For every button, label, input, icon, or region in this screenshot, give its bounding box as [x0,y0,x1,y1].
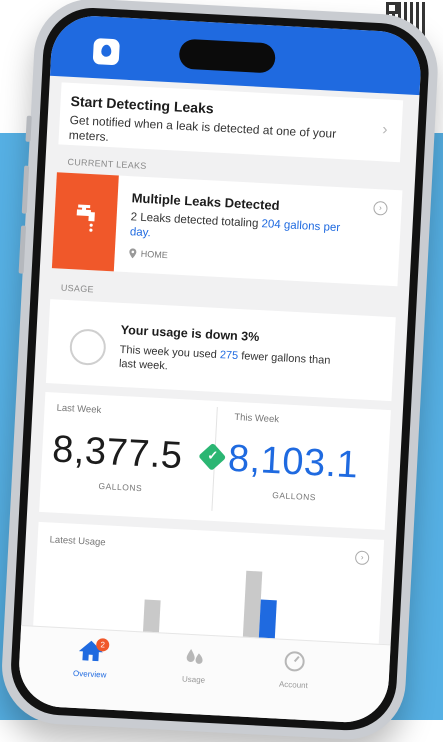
alert-title: Start Detecting Leaks [70,92,215,117]
phone-frame: Start Detecting Leaks Get notified when … [0,0,441,742]
section-label-usage: USAGE [60,282,95,295]
side-button [25,115,32,142]
last-week-value: 8,377.5 [51,428,184,478]
last-week-unit: GALLONS [98,480,143,494]
side-button [18,225,27,274]
current-leaks-card[interactable]: Multiple Leaks Detected 2 Leaks detected… [51,172,403,287]
alert-text: Get notified when a leak is detected at … [68,112,337,144]
leak-gallons-link[interactable]: 204 gallons [261,218,320,233]
last-week-label: Last Week [56,402,102,416]
app-logo-icon [92,38,120,66]
location-label: HOME [140,248,168,261]
section-label-current-leaks: CURRENT LEAKS [67,156,147,171]
dynamic-island [178,38,276,74]
nav-overview[interactable]: 2 Overview [55,638,127,681]
nav-account[interactable]: Account [258,649,330,692]
chevron-circle-icon[interactable]: › [373,200,388,216]
water-drops-icon [186,648,203,664]
this-week-label: This Week [234,411,280,426]
leak-location: HOME [129,248,168,260]
latest-usage-title: Latest Usage [49,534,106,549]
meter-icon [284,651,305,672]
nav-overview-label: Overview [72,668,107,680]
chevron-circle-icon[interactable]: › [354,550,370,566]
notification-badge: 2 [95,638,110,652]
usage-amount: 275 [219,349,239,363]
usage-summary-card[interactable]: Your usage is down 3% This week you used… [45,299,396,402]
leak-alert-band [51,172,119,272]
usage-trend-icon [68,328,107,367]
side-button [21,165,30,214]
checkmark-icon: ✓ [206,447,219,464]
location-pin-icon [129,248,137,259]
this-week-unit: GALLONS [272,490,317,503]
leak-title: Multiple Leaks Detected [131,190,280,213]
chevron-right-icon: › [381,121,389,139]
usage-description: This week you used 275 fewer gallons tha… [118,343,331,373]
app-header [49,13,423,96]
this-week-value: 8,103.1 [227,437,360,487]
nav-usage[interactable]: Usage [158,643,230,686]
faucet-icon [76,204,95,232]
start-detecting-card[interactable]: Start Detecting Leaks Get notified when … [58,82,404,163]
weekly-comparison-card: Last Week 8,377.5 GALLONS This Week 8,10… [39,392,391,530]
app-screen: Start Detecting Leaks Get notified when … [16,13,423,725]
leak-description: 2 Leaks detected totaling 204 gallons pe… [129,211,341,240]
nav-usage-label: Usage [181,674,206,685]
usage-title: Your usage is down 3% [120,322,260,345]
nav-account-label: Account [278,679,309,691]
phone-bezel: Start Detecting Leaks Get notified when … [8,5,432,733]
